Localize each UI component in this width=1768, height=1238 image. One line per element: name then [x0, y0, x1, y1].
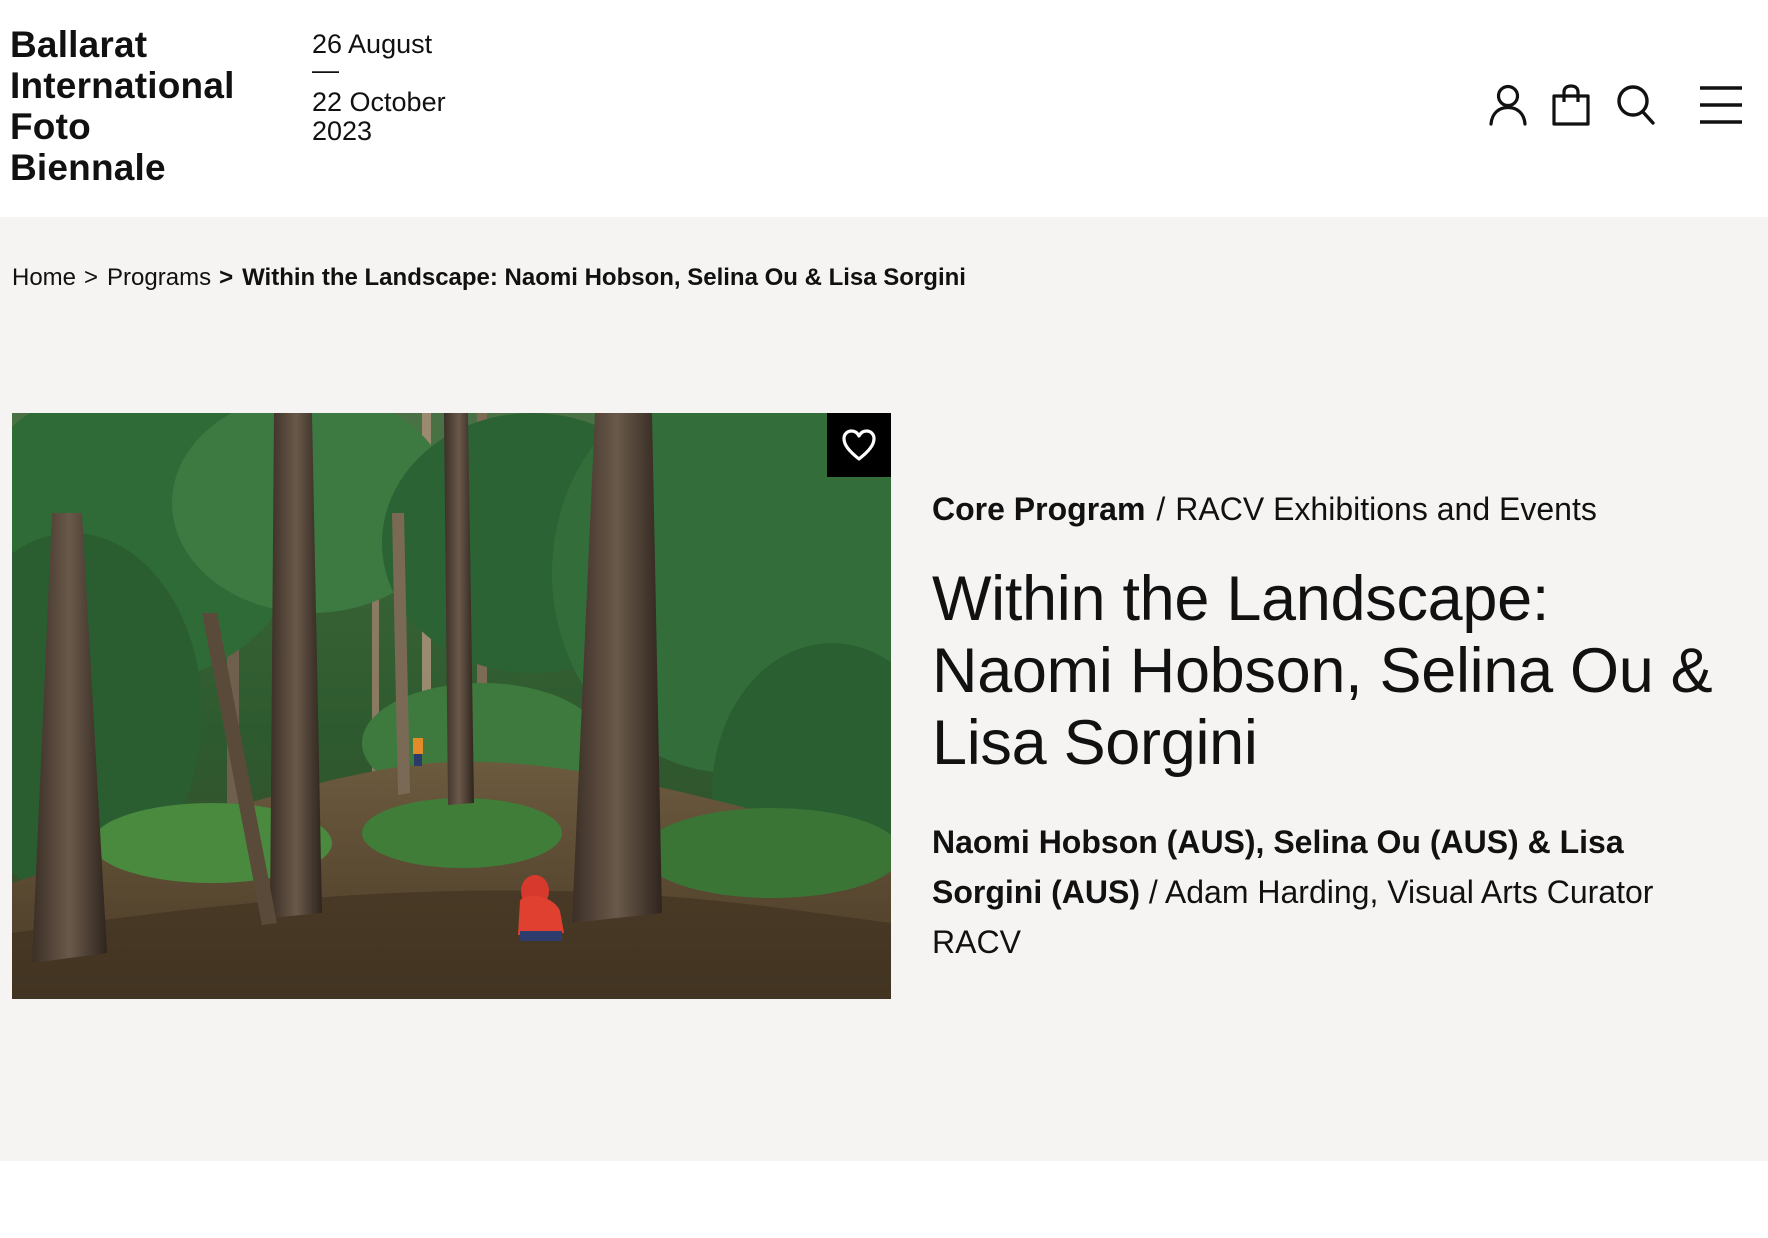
logo-line: Foto	[10, 106, 91, 147]
event-title: Within the Landscape: Naomi Hobson, Seli…	[932, 564, 1713, 778]
breadcrumb-separator: >	[84, 264, 99, 291]
event-photo	[12, 413, 891, 999]
menu-icon[interactable]	[1700, 84, 1742, 126]
end-year: 2023	[312, 116, 373, 146]
event-category: Core Program / RACV Exhibitions and Events	[932, 489, 1732, 529]
credits-separator: /	[1148, 874, 1158, 910]
breadcrumb-programs[interactable]: Programs	[107, 264, 211, 291]
breadcrumb-current: Within the Landscape: Naomi Hobson, Seli…	[242, 264, 966, 291]
logo-line: International	[10, 65, 235, 106]
bag-icon[interactable]	[1552, 84, 1590, 126]
category-separator: /	[1156, 491, 1166, 527]
festival-dates: 26 August — 22 October 2023	[312, 30, 446, 146]
site-logo[interactable]: Ballarat International Foto Biennale	[10, 24, 235, 188]
heart-icon	[842, 429, 876, 461]
event-credits: Naomi Hobson (AUS), Selina Ou (AUS) & Li…	[932, 817, 1732, 967]
end-date: 22 October	[312, 87, 446, 117]
account-icon[interactable]	[1488, 84, 1528, 126]
site-header: Ballarat International Foto Biennale 26 …	[0, 0, 1768, 217]
event-hero: Home > Programs > Within the Landscape: Naom…	[0, 217, 1768, 1161]
event-details: Core Program / RACV Exhibitions and Events…	[932, 489, 1732, 967]
category-primary-link[interactable]: Core Program	[932, 491, 1145, 527]
search-icon[interactable]	[1616, 84, 1656, 126]
breadcrumb-home[interactable]: Home	[12, 264, 76, 291]
logo-line: Ballarat	[10, 24, 148, 65]
date-dash: —	[312, 55, 339, 85]
breadcrumb-separator: >	[219, 264, 234, 291]
breadcrumb: Home > Programs > Within the Landscape: Naom…	[12, 264, 966, 292]
page-footer-space	[0, 1161, 1768, 1238]
favorite-button[interactable]	[827, 413, 891, 477]
logo-line: Biennale	[10, 147, 166, 188]
category-secondary-link[interactable]: RACV Exhibitions and Events	[1175, 491, 1597, 527]
